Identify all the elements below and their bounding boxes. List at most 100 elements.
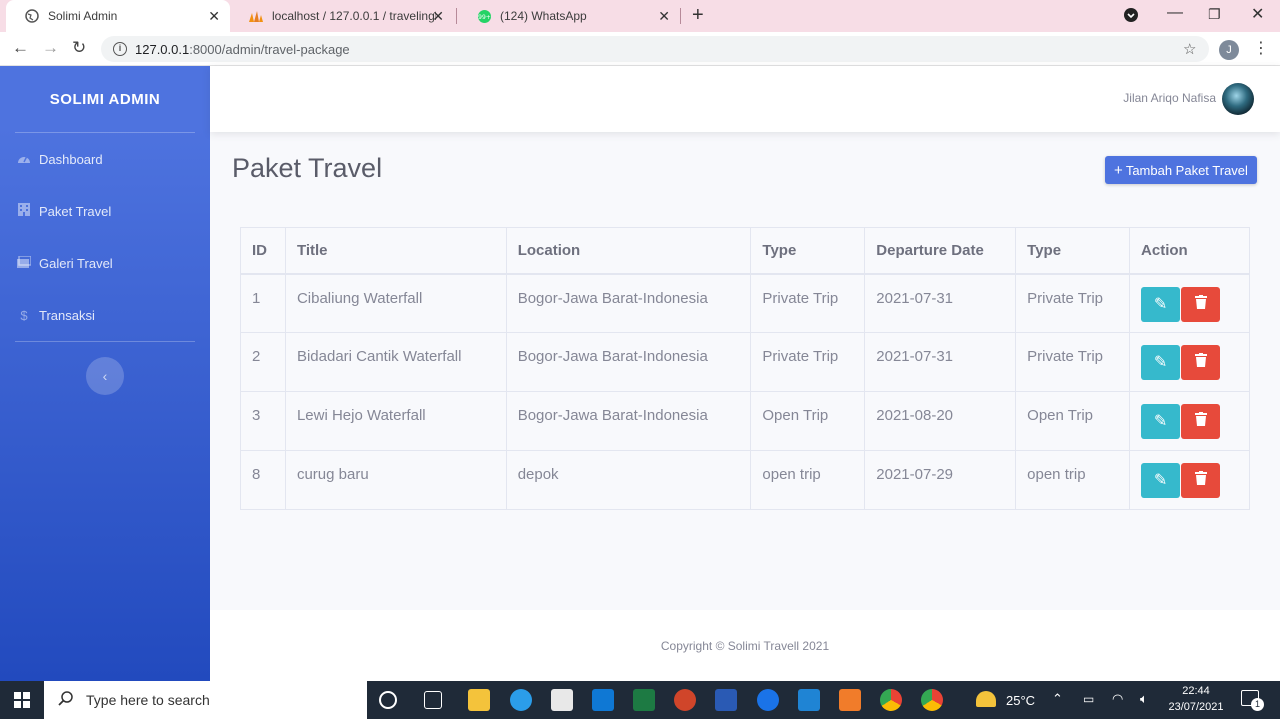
chrome-icon[interactable] (880, 689, 902, 711)
close-icon[interactable]: ✕ (432, 8, 444, 25)
weather-icon[interactable] (976, 691, 996, 707)
edit-button[interactable]: ✎ (1141, 463, 1181, 498)
store-icon[interactable] (551, 689, 573, 711)
window-close-icon[interactable]: ✕ (1251, 4, 1264, 24)
task-view-icon[interactable] (424, 691, 442, 709)
back-icon[interactable]: ← (12, 38, 29, 58)
edit-button[interactable]: ✎ (1141, 404, 1181, 439)
cell-id: 3 (240, 391, 286, 451)
table-row: 3 Lewi Hejo Waterfall Bogor-Jawa Barat-I… (240, 391, 1250, 451)
url-input[interactable]: i 127.0.0.1:8000/admin/travel-package (101, 36, 1209, 62)
pencil-icon: ✎ (1153, 354, 1168, 371)
edit-button[interactable]: ✎ (1141, 345, 1181, 380)
cell-actions: ✎ (1129, 332, 1250, 392)
sidebar-item-label: Transaksi (39, 307, 95, 323)
sidebar-item-dashboard[interactable]: Dashboard (0, 133, 210, 185)
tab-phpmyadmin[interactable]: localhost / 127.0.0.1 / travelingku ✕ (230, 0, 454, 32)
xampp-icon[interactable] (839, 689, 861, 711)
word-icon[interactable] (715, 689, 737, 711)
cell-id: 1 (240, 273, 286, 333)
reload-icon[interactable]: ↻ (72, 38, 86, 58)
tab-search-icon[interactable] (1123, 7, 1139, 28)
pencil-icon: ✎ (1153, 472, 1168, 489)
pencil-icon: ✎ (1153, 295, 1168, 313)
trash-icon (1194, 412, 1207, 430)
column-header-type: Type (750, 227, 866, 275)
copyright-text: Copyright © Solimi Travell 2021 (660, 638, 830, 653)
user-name[interactable]: Jilan Ariqo Nafisa (1123, 91, 1216, 105)
profile-avatar[interactable]: J (1219, 40, 1239, 60)
sidebar-item-transaksi[interactable]: $ Transaksi (0, 289, 210, 341)
cell-type: Open Trip (750, 391, 866, 451)
file-explorer-icon[interactable] (468, 689, 490, 711)
browser-menu-icon[interactable]: ⋮ (1253, 38, 1269, 58)
new-tab-icon[interactable]: + (692, 4, 704, 27)
cell-location: Bogor-Jawa Barat-Indonesia (505, 391, 752, 451)
column-header-type-2: Type (1015, 227, 1131, 275)
cell-departure-date: 2021-07-31 (864, 273, 1017, 333)
column-header-departure-date: Departure Date (864, 227, 1017, 275)
sidebar-item-label: Galeri Travel (39, 255, 113, 271)
teamviewer-icon[interactable] (757, 689, 779, 711)
edge-icon[interactable] (510, 689, 532, 711)
table-row: 2 Bidadari Cantik Waterfall Bogor-Jawa B… (240, 332, 1250, 392)
clock-date[interactable]: 23/07/2021 (1164, 701, 1228, 713)
user-avatar[interactable] (1222, 83, 1254, 115)
address-bar: ← → ↻ i 127.0.0.1:8000/admin/travel-pack… (0, 32, 1280, 66)
tab-title: (124) WhatsApp (500, 9, 587, 23)
sidebar-toggle-button[interactable]: ‹ (86, 357, 124, 395)
footer: Copyright © Solimi Travell 2021 (210, 610, 1280, 681)
cell-type-2: Private Trip (1015, 273, 1131, 333)
tab-solimi-admin[interactable]: Solimi Admin ✕ (6, 0, 230, 32)
delete-button[interactable] (1181, 463, 1221, 498)
tab-title: Solimi Admin (48, 9, 118, 23)
windows-start-icon[interactable] (14, 692, 30, 708)
excel-icon[interactable] (633, 689, 655, 711)
cell-id: 8 (240, 450, 286, 510)
dollar-icon: $ (20, 307, 28, 323)
close-icon[interactable]: ✕ (208, 8, 220, 25)
sidebar-item-label: Paket Travel (39, 203, 112, 219)
cell-actions: ✎ (1129, 273, 1250, 333)
powerpoint-icon[interactable] (674, 689, 696, 711)
wifi-icon[interactable]: ◠ (1112, 691, 1123, 707)
add-travel-package-button[interactable]: + Tambah Paket Travel (1105, 156, 1257, 184)
tab-whatsapp[interactable]: 99+ (124) WhatsApp ✕ (458, 0, 680, 32)
tab-separator (456, 8, 457, 24)
cell-id: 2 (240, 332, 286, 392)
cortana-icon[interactable] (379, 691, 397, 709)
delete-button[interactable] (1181, 345, 1221, 380)
sidebar-brand[interactable]: SOLIMI ADMIN (0, 66, 210, 132)
info-icon[interactable]: i (113, 42, 127, 56)
temperature[interactable]: 25°C (1006, 693, 1035, 708)
sidebar-item-paket-travel[interactable]: Paket Travel (0, 185, 210, 237)
battery-icon[interactable]: ▭ (1083, 692, 1094, 706)
volume-icon[interactable]: 🔈︎ (1140, 691, 1148, 707)
bookmark-star-icon[interactable]: ☆ (1183, 40, 1196, 58)
mail-icon[interactable] (592, 689, 614, 711)
delete-button[interactable] (1181, 404, 1221, 439)
clock-time[interactable]: 22:44 (1168, 685, 1224, 697)
edit-button[interactable]: ✎ (1141, 286, 1181, 322)
delete-button[interactable] (1181, 286, 1221, 322)
vscode-icon[interactable] (798, 689, 820, 711)
notification-count: 1 (1251, 698, 1264, 711)
maximize-icon[interactable]: ❐ (1208, 6, 1221, 23)
cell-actions: ✎ (1129, 450, 1250, 510)
close-icon[interactable]: ✕ (658, 8, 670, 25)
cell-type: Private Trip (750, 273, 866, 333)
minimize-icon[interactable]: — (1167, 4, 1183, 22)
taskbar-search-input[interactable]: Type here to search (44, 681, 367, 719)
sidebar-item-galeri-travel[interactable]: Galeri Travel (0, 237, 210, 289)
search-icon (58, 690, 74, 711)
forward-icon[interactable]: → (42, 38, 59, 58)
images-icon (16, 254, 32, 271)
add-button-label: Tambah Paket Travel (1125, 162, 1248, 178)
chrome-icon[interactable] (921, 689, 943, 711)
trash-icon (1194, 471, 1207, 489)
globe-icon (24, 8, 40, 24)
pencil-icon: ✎ (1153, 413, 1168, 430)
chevron-up-icon[interactable]: ⌃ (1052, 691, 1063, 707)
page-title: Paket Travel (232, 153, 383, 183)
table-row: 8 curug baru depok open trip 2021-07-29 … (240, 450, 1250, 510)
